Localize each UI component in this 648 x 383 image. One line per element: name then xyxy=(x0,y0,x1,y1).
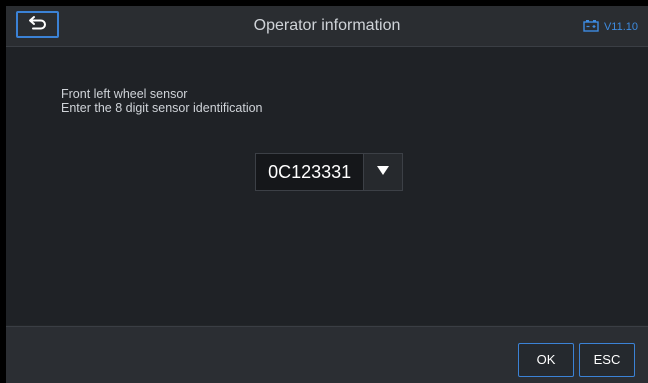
sensor-id-value[interactable]: 0C123331 xyxy=(256,154,365,190)
back-button[interactable] xyxy=(16,11,59,38)
header-bar: Operator information V11.10 xyxy=(6,6,648,47)
esc-button[interactable]: ESC xyxy=(579,343,635,377)
back-arrow-icon xyxy=(27,14,49,35)
dropdown-toggle[interactable] xyxy=(364,154,402,190)
version-indicator: V11.10 xyxy=(583,19,638,35)
instruction-label: Enter the 8 digit sensor identification xyxy=(61,101,263,115)
dropdown-triangle-icon xyxy=(376,163,390,181)
main-content: Front left wheel sensor Enter the 8 digi… xyxy=(6,47,648,325)
version-label: V11.10 xyxy=(603,21,638,33)
footer-bar: OK ESC xyxy=(6,326,648,383)
battery-icon xyxy=(583,19,599,35)
app-screen: Operator information V11.10 Front left w… xyxy=(6,6,648,383)
sensor-position-label: Front left wheel sensor xyxy=(61,87,188,101)
page-title: Operator information xyxy=(253,17,401,34)
ok-button[interactable]: OK xyxy=(518,343,574,377)
sensor-id-dropdown[interactable]: 0C123331 xyxy=(255,153,403,191)
